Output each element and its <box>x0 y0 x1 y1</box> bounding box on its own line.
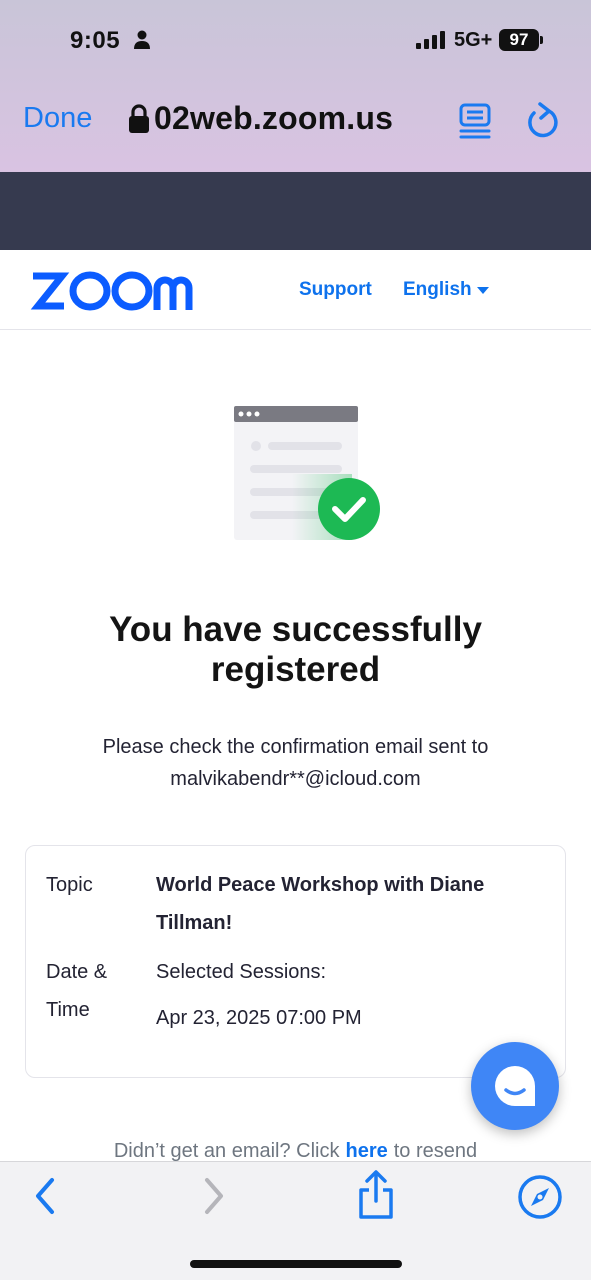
home-indicator <box>190 1260 402 1268</box>
resend-suffix: to resend <box>393 1140 478 1162</box>
resend-email-line: Didn’t get an email? Click here to resend <box>0 1140 591 1163</box>
topic-value: World Peace Workshop with Diane Tillman! <box>156 874 485 934</box>
url-address[interactable]: 02web.zoom.us <box>154 100 393 137</box>
confirmation-line: Please check the confirmation email sent… <box>102 736 489 758</box>
chat-icon <box>495 1066 535 1106</box>
zoom-logo[interactable] <box>30 270 204 312</box>
registration-success-illustration <box>234 406 380 540</box>
registration-details-card: Topic World Peace Workshop with Diane Ti… <box>25 845 566 1078</box>
share-icon[interactable] <box>356 1170 396 1220</box>
support-link[interactable]: Support <box>299 279 372 301</box>
checkmark-icon <box>318 478 380 540</box>
lock-icon <box>129 104 149 133</box>
success-headline: You have successfully registered <box>109 610 482 689</box>
person-icon <box>134 30 150 49</box>
selected-sessions-label: Selected Sessions: <box>156 961 327 983</box>
status-time: 9:05 <box>70 27 121 54</box>
language-select[interactable]: English <box>403 279 472 301</box>
reload-icon[interactable] <box>525 102 561 140</box>
topic-label: Topic <box>46 874 93 896</box>
resend-prefix: Didn’t get an email? Click <box>113 1140 340 1162</box>
forward-icon[interactable] <box>199 1176 229 1216</box>
battery-indicator: 97 <box>499 29 539 51</box>
browser-top-chrome: 9:05 5G+ 97 Done 02web.zoom.us <box>0 0 591 172</box>
date-time-label: Date & Time <box>46 961 108 1021</box>
reader-icon[interactable] <box>458 103 492 139</box>
status-bar: 9:05 5G+ 97 <box>0 0 591 80</box>
compass-icon[interactable] <box>517 1174 563 1220</box>
chat-button[interactable] <box>471 1042 559 1130</box>
page-banner <box>0 172 591 250</box>
resend-link[interactable]: here <box>346 1140 388 1162</box>
caret-down-icon[interactable] <box>477 287 489 295</box>
site-header: Support English <box>0 250 591 330</box>
confirmation-message: Please check the confirmation email sent… <box>40 731 551 795</box>
session-time: Apr 23, 2025 07:00 PM <box>156 1007 362 1029</box>
network-type: 5G+ <box>454 29 493 51</box>
signal-icon <box>416 31 445 49</box>
battery-cap <box>540 36 543 44</box>
browser-toolbar <box>0 1161 591 1280</box>
done-button[interactable]: Done <box>23 102 92 135</box>
back-icon[interactable] <box>30 1176 60 1216</box>
confirmation-email: malvikabendr**@icloud.com <box>170 768 421 790</box>
